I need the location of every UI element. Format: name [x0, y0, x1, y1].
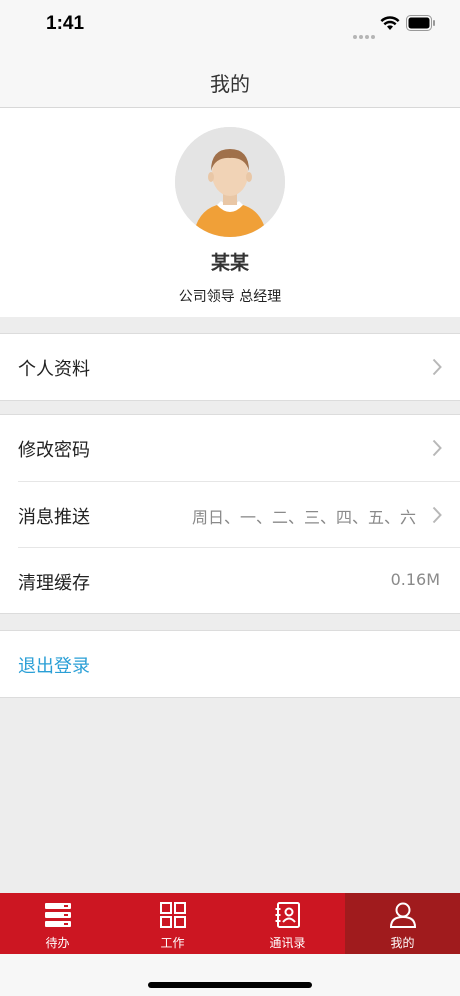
battery-icon	[406, 15, 435, 31]
personal-info-label: 个人资料	[18, 359, 90, 380]
todo-icon	[44, 903, 71, 927]
change-password-label: 修改密码	[18, 440, 90, 461]
personal-info-row[interactable]: 个人资料	[0, 334, 460, 400]
menu-group-settings: 修改密码 消息推送 周日、一、二、三、四、五、六 清理缓存 0.16M	[0, 414, 460, 614]
status-time: 1:41	[46, 13, 85, 34]
avatar-person-icon	[175, 127, 285, 237]
contacts-icon	[275, 902, 300, 928]
tab-bar: 待办 工作 通讯录 我的	[0, 893, 460, 954]
grid-icon	[159, 902, 186, 928]
menu-group-profile: 个人资料	[0, 333, 460, 401]
cache-size-value: 0.16M	[390, 570, 440, 589]
chevron-right-icon	[432, 358, 442, 376]
person-icon	[389, 902, 416, 928]
clear-cache-label: 清理缓存	[18, 573, 90, 594]
tab-label: 通讯录	[269, 936, 306, 950]
push-notification-row[interactable]: 消息推送 周日、一、二、三、四、五、六	[18, 481, 460, 547]
tab-label: 我的	[390, 936, 415, 950]
user-role: 公司领导 总经理	[178, 289, 282, 305]
push-notification-label: 消息推送	[18, 507, 90, 528]
tab-mine[interactable]: 我的	[345, 893, 460, 954]
tab-label: 待办	[45, 936, 70, 950]
home-indicator[interactable]	[148, 982, 312, 988]
menu-group-logout: 退出登录	[0, 630, 460, 698]
wifi-icon	[380, 16, 400, 30]
logout-label: 退出登录	[18, 656, 90, 677]
status-bar: 1:41	[0, 0, 460, 52]
tab-todo[interactable]: 待办	[0, 893, 115, 954]
clear-cache-row[interactable]: 清理缓存 0.16M	[18, 547, 460, 613]
tab-work[interactable]: 工作	[115, 893, 230, 954]
logout-button[interactable]: 退出登录	[0, 631, 460, 697]
push-schedule-value: 周日、一、二、三、四、五、六	[191, 508, 416, 527]
avatar[interactable]	[175, 127, 285, 237]
chevron-right-icon	[432, 439, 442, 457]
navigation-bar: 我的	[0, 52, 460, 108]
user-name: 某某	[210, 252, 249, 274]
home-indicator-area	[0, 954, 460, 996]
tab-contacts[interactable]: 通讯录	[230, 893, 345, 954]
page-title: 我的	[210, 72, 250, 96]
chevron-right-icon	[432, 506, 442, 524]
change-password-row[interactable]: 修改密码	[0, 415, 460, 481]
cellular-signal-icon	[353, 24, 377, 43]
profile-header: 某某 公司领导 总经理	[0, 108, 460, 317]
tab-label: 工作	[160, 936, 185, 950]
